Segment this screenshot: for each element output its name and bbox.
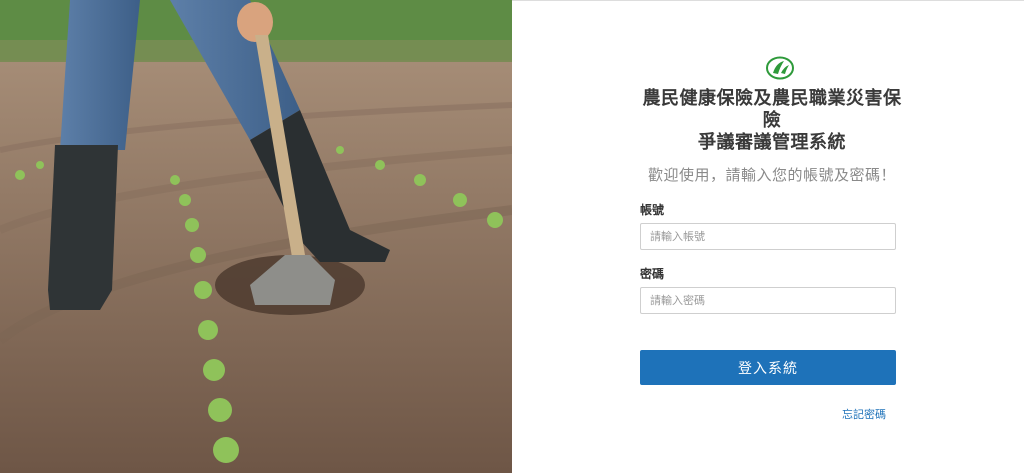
farm-leaf-logo-icon xyxy=(766,56,794,80)
username-label: 帳號 xyxy=(640,203,665,217)
system-title: 農民健康保險及農民職業災害保 險 爭議審議管理系統 xyxy=(632,88,912,154)
login-button[interactable]: 登入系統 xyxy=(640,350,896,385)
password-input[interactable] xyxy=(640,287,896,314)
login-panel: 農民健康保險及農民職業災害保 險 爭議審議管理系統 歡迎使用，請輸入您的帳號及密… xyxy=(512,0,1024,473)
system-title-line-1: 農民健康保險及農民職業災害保 xyxy=(642,88,902,109)
forgot-password-link[interactable]: 忘記密碼 xyxy=(812,406,886,422)
welcome-message: 歡迎使用，請輸入您的帳號及密碼！ xyxy=(647,166,896,184)
farmer-field-illustration xyxy=(0,0,512,473)
system-title-line-3: 爭議審議管理系統 xyxy=(698,132,846,153)
login-page: 農民健康保險及農民職業災害保 險 爭議審議管理系統 歡迎使用，請輸入您的帳號及密… xyxy=(0,0,1024,473)
password-label: 密碼 xyxy=(640,267,665,281)
username-input[interactable] xyxy=(640,223,896,250)
hero-image xyxy=(0,0,512,473)
system-title-line-2: 險 xyxy=(762,110,782,131)
